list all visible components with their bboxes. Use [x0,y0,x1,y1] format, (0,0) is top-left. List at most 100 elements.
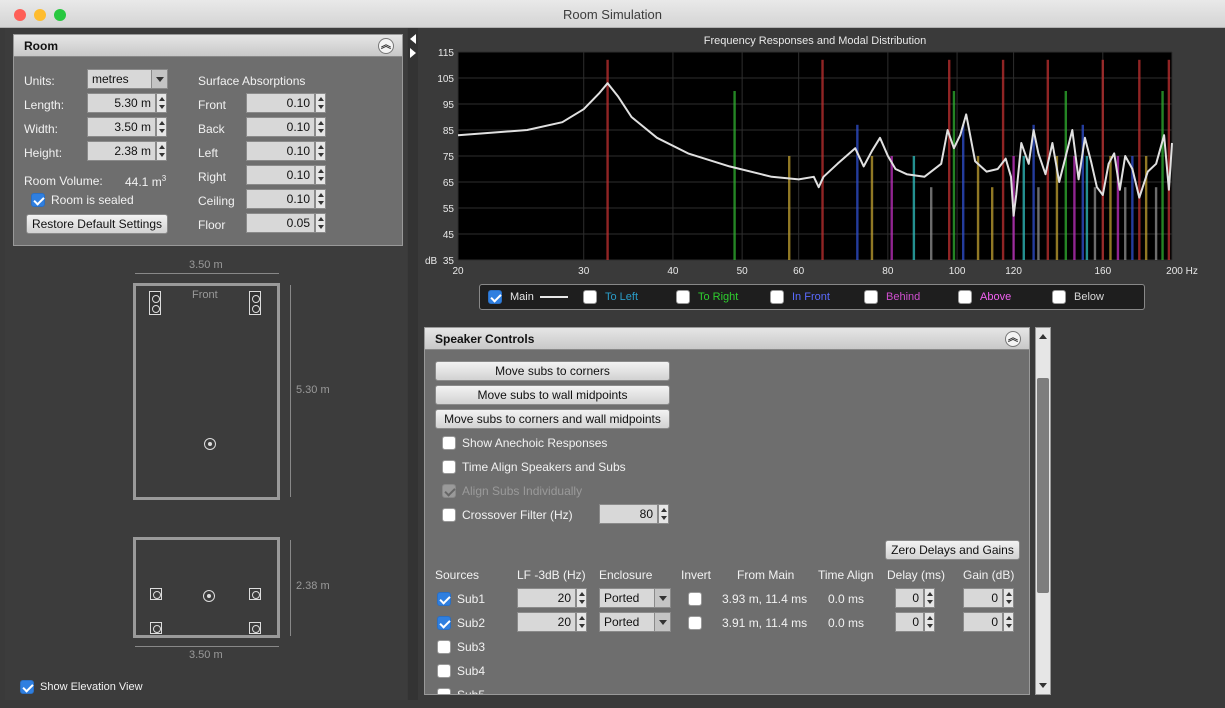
legend-above-checkbox[interactable] [958,290,972,304]
legend-main-checkbox[interactable] [488,290,502,304]
mode-bar [870,156,874,260]
lf-input[interactable]: 20 [517,612,576,632]
move-subs-corners-button[interactable]: Move subs to corners [435,361,670,381]
lf-stepper[interactable] [576,588,587,608]
chevron-down-icon[interactable] [654,589,670,607]
mode-bar [1124,187,1127,260]
speaker-controls-panel: Speaker Controls ︽ Move subs to corners … [424,327,1030,695]
delay-stepper[interactable] [924,588,935,608]
room-sealed-checkbox[interactable] [31,193,45,207]
delay-stepper[interactable] [924,612,935,632]
legend-below-checkbox[interactable] [1052,290,1066,304]
width-stepper[interactable] [156,117,167,137]
enclosure-value: Ported [604,591,640,605]
enclosure-select[interactable]: Ported [599,612,671,632]
elevation-listener-icon[interactable] [203,590,215,602]
height-stepper[interactable] [156,141,167,161]
collapse-room-icon[interactable]: ︽ [378,38,394,54]
left-speaker-icon[interactable] [149,291,161,315]
surface-absorptions-title: Surface Absorptions [198,74,306,88]
surface-stepper-right[interactable] [315,165,326,185]
surface-label-floor: Floor [198,218,226,232]
enclosure-select[interactable]: Ported [599,588,671,608]
surface-stepper-floor[interactable] [315,213,326,233]
length-input[interactable]: 5.30 m [87,93,156,113]
units-label: Units: [24,74,55,88]
delay-input[interactable]: 0 [895,588,924,608]
surface-input-front[interactable]: 0.10 [246,93,315,113]
legend-to-right-checkbox[interactable] [676,290,690,304]
surface-stepper-front[interactable] [315,93,326,113]
collapse-speaker-icon[interactable]: ︽ [1005,331,1021,347]
move-subs-midpoints-button[interactable]: Move subs to wall midpoints [435,385,670,405]
surface-stepper-back[interactable] [315,117,326,137]
time-align-checkbox[interactable] [442,460,456,474]
mode-bar [1073,156,1076,260]
legend-in-front: In Front [792,291,830,303]
crossover-stepper[interactable] [658,504,669,524]
surface-input-right[interactable]: 0.10 [246,165,315,185]
width-input[interactable]: 3.50 m [87,117,156,137]
surface-stepper-left[interactable] [315,141,326,161]
sub-upper-right-icon[interactable] [249,588,261,600]
surface-input-floor[interactable]: 0.05 [246,213,315,233]
move-subs-both-button[interactable]: Move subs to corners and wall midpoints [435,409,670,429]
right-speaker-icon[interactable] [249,291,261,315]
scroll-down-icon[interactable] [1036,680,1050,692]
y-tick-label: 105 [437,74,454,85]
legend-to-left: To Left [605,291,639,303]
gain-stepper[interactable] [1003,588,1014,608]
mode-bar [930,187,933,260]
zero-delays-gains-button[interactable]: Zero Delays and Gains [885,540,1020,560]
scroll-up-icon[interactable] [1036,330,1050,342]
gain-input[interactable]: 0 [963,588,1003,608]
mode-bar [788,156,791,260]
show-elevation-checkbox[interactable] [20,680,34,694]
scroll-thumb[interactable] [1037,378,1049,593]
sub-lower-left-icon[interactable] [150,622,162,634]
legend-to-left-checkbox[interactable] [583,290,597,304]
split-arrows-icon[interactable] [408,32,418,62]
align-subs-checkbox[interactable] [442,484,456,498]
source-sub1-checkbox[interactable] [437,592,451,606]
legend-behind-checkbox[interactable] [864,290,878,304]
units-select[interactable]: metres [87,69,168,89]
anechoic-checkbox[interactable] [442,436,456,450]
chart-title: Frequency Responses and Modal Distributi… [704,35,927,47]
mode-bar [976,156,980,260]
surface-stepper-ceiling[interactable] [315,189,326,209]
volume-value: 44.1 m3 [125,174,167,189]
gain-stepper[interactable] [1003,612,1014,632]
source-sub4-checkbox[interactable] [437,664,451,678]
chevron-down-icon[interactable] [151,70,167,88]
length-stepper[interactable] [156,93,167,113]
legend-in-front-checkbox[interactable] [770,290,784,304]
lf-stepper[interactable] [576,612,587,632]
listener-icon[interactable] [204,438,216,450]
split-pane-divider[interactable] [408,28,418,700]
mode-bar [1064,91,1067,260]
gain-input[interactable]: 0 [963,612,1003,632]
crossover-checkbox[interactable] [442,508,456,522]
chevron-down-icon[interactable] [654,613,670,631]
source-name: Sub3 [457,640,486,654]
source-sub2-checkbox[interactable] [437,616,451,630]
sub-upper-left-icon[interactable] [150,588,162,600]
height-input[interactable]: 2.38 m [87,141,156,161]
lf-input[interactable]: 20 [517,588,576,608]
invert-checkbox[interactable] [688,592,702,606]
delay-input[interactable]: 0 [895,612,924,632]
room-panel-header[interactable]: Room ︽ [14,35,402,57]
crossover-input[interactable]: 80 [599,504,658,524]
source-sub5-checkbox[interactable] [437,688,451,694]
source-sub3-checkbox[interactable] [437,640,451,654]
surface-input-back[interactable]: 0.10 [246,117,315,137]
column-header-0: Sources [435,568,480,582]
invert-checkbox[interactable] [688,616,702,630]
speaker-panel-header[interactable]: Speaker Controls ︽ [425,328,1029,350]
sub-lower-right-icon[interactable] [249,622,261,634]
surface-input-left[interactable]: 0.10 [246,141,315,161]
surface-input-ceiling[interactable]: 0.10 [246,189,315,209]
restore-defaults-button[interactable]: Restore Default Settings [26,214,168,234]
x-tick-label: 60 [793,266,805,277]
